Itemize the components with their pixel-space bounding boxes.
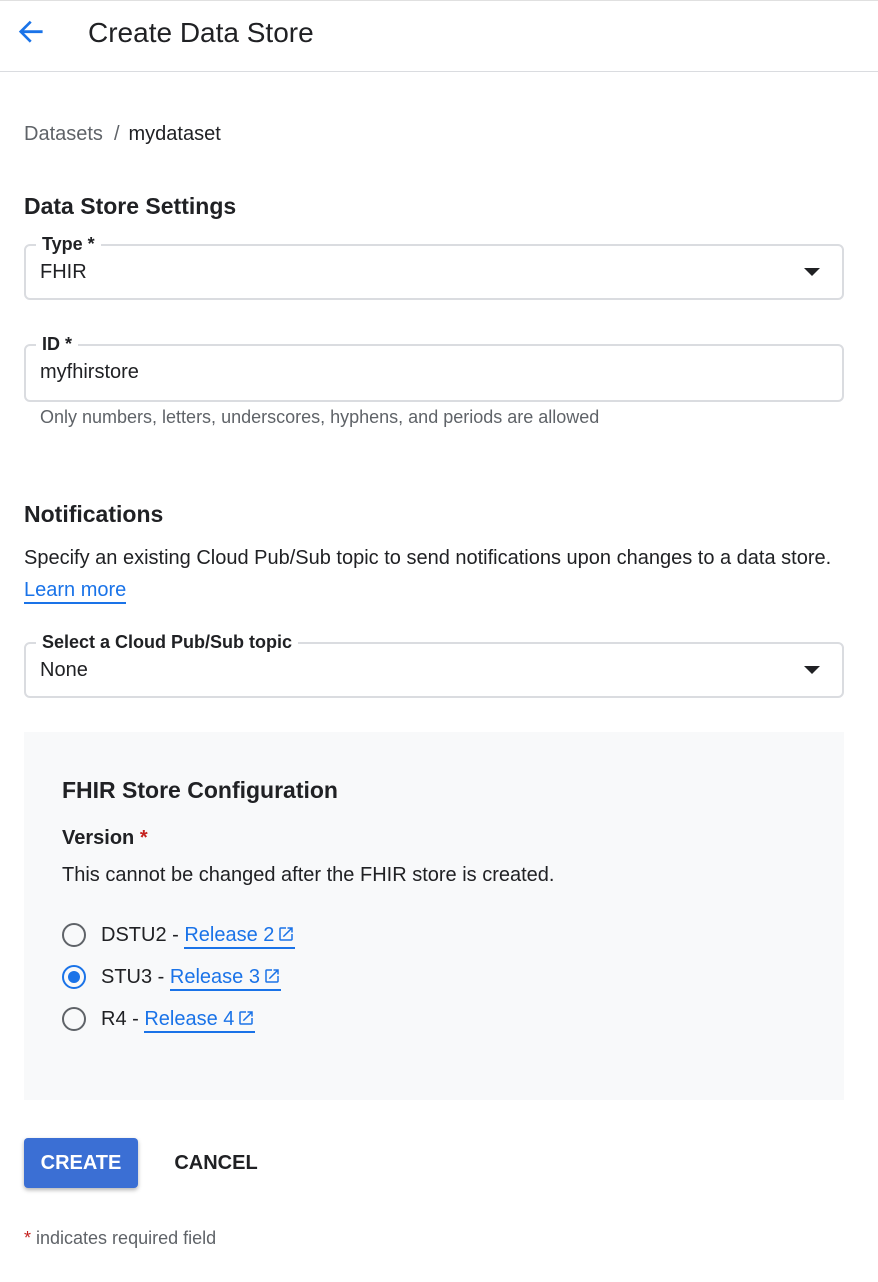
app-bar: Create Data Store xyxy=(0,0,878,72)
release-3-link[interactable]: Release 3 xyxy=(169,966,281,991)
id-hint: Only numbers, letters, underscores, hyph… xyxy=(40,407,600,427)
id-field[interactable]: ID * myfhirstore xyxy=(24,332,844,402)
required-field-note: * indicates required field xyxy=(24,1226,216,1250)
breadcrumb-datasets-link[interactable]: Datasets xyxy=(24,123,103,145)
version-option-prefix: DSTU2 - xyxy=(101,924,185,946)
release-link-text: Release 3 xyxy=(169,966,260,988)
version-option-prefix: STU3 - xyxy=(101,966,170,988)
type-value: FHIR xyxy=(40,261,87,283)
required-field-text: indicates required field xyxy=(31,1228,217,1248)
version-description: This cannot be changed after the FHIR st… xyxy=(62,864,555,886)
pubsub-topic-label: Select a Cloud Pub/Sub topic xyxy=(36,630,299,654)
radio-button[interactable] xyxy=(62,923,86,947)
fhir-config-panel: FHIR Store Configuration Version * This … xyxy=(24,732,844,1100)
required-asterisk: * xyxy=(24,1228,32,1248)
notifications-text: Specify an existing Cloud Pub/Sub topic … xyxy=(24,547,832,569)
release-4-link[interactable]: Release 4 xyxy=(144,1008,256,1033)
pubsub-topic-select[interactable]: Select a Cloud Pub/Sub topic None xyxy=(24,630,844,698)
back-arrow-icon[interactable] xyxy=(16,17,48,49)
required-asterisk: * xyxy=(139,827,148,849)
breadcrumb-current: mydataset xyxy=(128,123,221,145)
pubsub-topic-value: None xyxy=(40,659,88,681)
version-option-text: STU3 - Release 3 xyxy=(101,962,281,992)
radio-button-selected[interactable] xyxy=(62,965,86,989)
dropdown-arrow-icon xyxy=(804,666,820,674)
id-label: ID * xyxy=(36,332,79,356)
type-select[interactable]: Type * FHIR xyxy=(24,232,844,300)
page-title: Create Data Store xyxy=(88,17,314,48)
type-label: Type * xyxy=(36,232,101,256)
dropdown-arrow-icon xyxy=(804,268,820,276)
open-in-new-icon xyxy=(265,969,279,983)
version-option-text: R4 - Release 4 xyxy=(101,1004,256,1034)
version-option-prefix: R4 - xyxy=(101,1008,145,1030)
section-heading-settings: Data Store Settings xyxy=(24,193,237,219)
version-option-text: DSTU2 - Release 2 xyxy=(101,920,296,950)
breadcrumb-separator: / xyxy=(113,123,120,145)
breadcrumb: Datasets / mydataset xyxy=(24,120,221,148)
open-in-new-icon xyxy=(239,1011,254,1025)
release-link-text: Release 2 xyxy=(184,924,275,946)
fhir-config-heading: FHIR Store Configuration xyxy=(62,777,338,803)
create-button[interactable]: CREATE xyxy=(24,1138,138,1188)
open-in-new-icon xyxy=(279,927,294,941)
radio-button[interactable] xyxy=(62,1007,86,1031)
release-link-text: Release 4 xyxy=(144,1008,235,1030)
learn-more-link[interactable]: Learn more xyxy=(24,579,127,604)
id-input-value: myfhirstore xyxy=(40,361,139,383)
release-2-link[interactable]: Release 2 xyxy=(184,924,296,949)
section-heading-notifications: Notifications xyxy=(24,501,164,527)
version-label: Version * xyxy=(62,824,148,852)
version-label-text: Version xyxy=(62,827,135,849)
cancel-button[interactable]: CANCEL xyxy=(160,1138,272,1188)
notifications-description: Specify an existing Cloud Pub/Sub topic … xyxy=(24,542,844,606)
